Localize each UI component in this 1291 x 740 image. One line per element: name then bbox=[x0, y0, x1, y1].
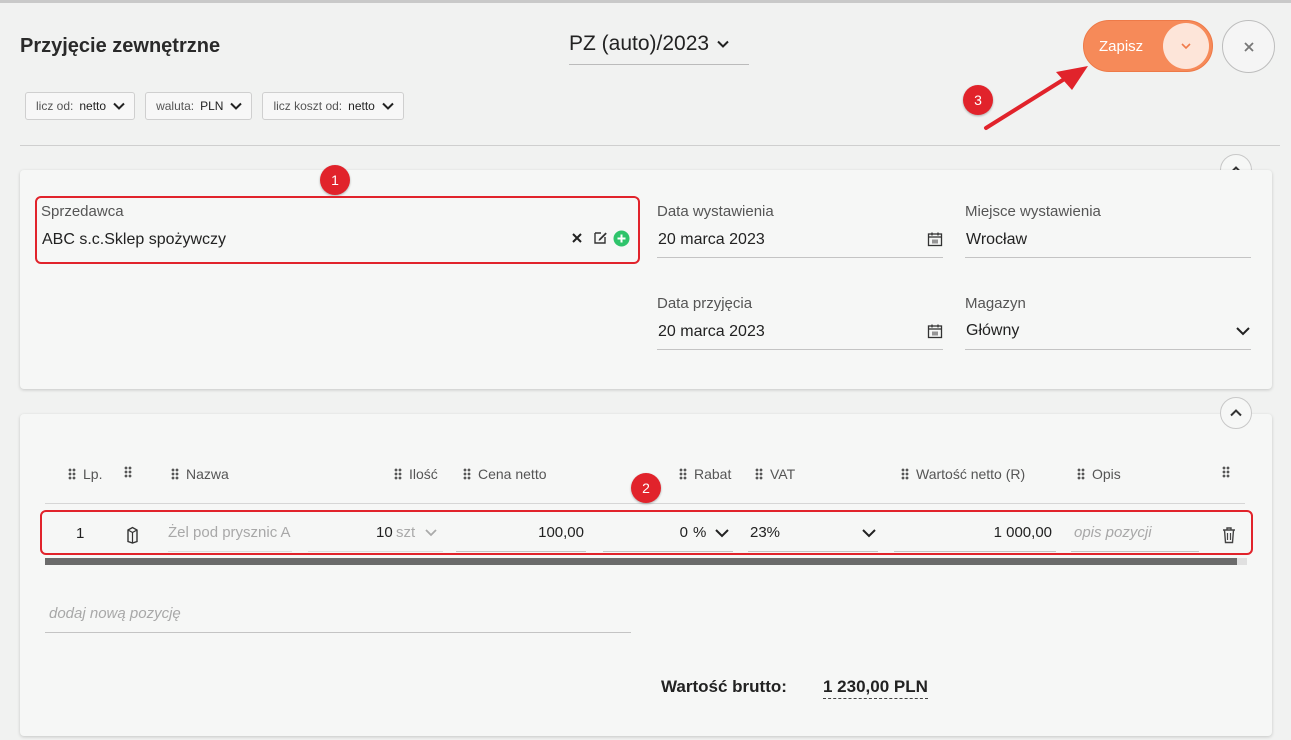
column-settings-handle[interactable] bbox=[1222, 466, 1237, 478]
column-header-desc[interactable]: Opis bbox=[1077, 466, 1121, 482]
column-header-name[interactable]: Nazwa bbox=[171, 466, 229, 482]
drag-handle-icon[interactable] bbox=[1222, 466, 1230, 478]
issue-place-underline bbox=[965, 257, 1251, 258]
annotation-badge-2: 2 bbox=[631, 473, 661, 503]
collapse-items-button[interactable] bbox=[1220, 397, 1252, 429]
close-icon bbox=[1243, 41, 1254, 52]
filter-value: PLN bbox=[200, 99, 224, 113]
column-header-label: Ilość bbox=[409, 466, 438, 482]
column-header-label: Lp. bbox=[83, 466, 103, 482]
issue-date-underline bbox=[657, 257, 943, 258]
save-button-label: Zapisz bbox=[1099, 37, 1144, 55]
save-options-button[interactable] bbox=[1163, 23, 1209, 69]
warehouse-value[interactable]: Główny bbox=[966, 322, 1019, 340]
column-header-label: Rabat bbox=[694, 466, 732, 482]
drag-handle-icon[interactable] bbox=[679, 468, 687, 480]
column-header-vat[interactable]: VAT bbox=[755, 466, 795, 482]
clear-icon[interactable] bbox=[571, 232, 583, 244]
column-header-label: Opis bbox=[1092, 466, 1121, 482]
column-header-label: Cena netto bbox=[478, 466, 547, 482]
gross-value-label: Wartość brutto: bbox=[661, 677, 787, 696]
chevron-up-icon bbox=[1230, 409, 1242, 417]
issue-date-value[interactable]: 20 marca 2023 bbox=[658, 231, 765, 249]
chevron-down-icon[interactable] bbox=[1235, 324, 1251, 338]
filter-currency[interactable]: waluta: PLN bbox=[145, 92, 253, 120]
calendar-icon[interactable] bbox=[927, 231, 943, 247]
filter-bar: licz od: netto waluta: PLN licz koszt od… bbox=[25, 92, 404, 120]
document-number-value: PZ (auto)/2023 bbox=[569, 32, 710, 55]
filter-value: netto bbox=[79, 99, 107, 113]
edit-icon[interactable] bbox=[593, 230, 608, 245]
horizontal-scrollbar[interactable] bbox=[45, 558, 1247, 565]
issue-place-value[interactable]: Wrocław bbox=[966, 231, 1027, 249]
annotation-arrow bbox=[984, 66, 1088, 130]
save-button[interactable]: Zapisz bbox=[1083, 20, 1213, 72]
table-header-divider bbox=[45, 503, 1245, 504]
chevron-down-icon bbox=[717, 40, 729, 48]
seller-value[interactable]: ABC s.c.Sklep spożywczy bbox=[42, 231, 226, 249]
drag-handle-icon[interactable] bbox=[755, 468, 763, 480]
filter-cost-calc-from[interactable]: licz koszt od: netto bbox=[262, 92, 404, 120]
column-header-label: Wartość netto (R) bbox=[916, 466, 1026, 482]
drag-handle-icon[interactable] bbox=[171, 468, 179, 480]
section-divider bbox=[20, 145, 1280, 146]
filter-label: licz koszt od: bbox=[273, 99, 343, 113]
column-header-net-value[interactable]: Wartość netto (R) bbox=[901, 466, 1025, 482]
drag-handle-icon[interactable] bbox=[463, 468, 471, 480]
drag-handle-icon[interactable] bbox=[68, 468, 76, 480]
drag-handle-icon[interactable] bbox=[1077, 468, 1085, 480]
seller-label: Sprzedawca bbox=[41, 203, 124, 220]
receipt-date-label: Data przyjęcia bbox=[657, 295, 753, 312]
drag-handle-icon[interactable] bbox=[124, 466, 132, 478]
drag-handle-icon[interactable] bbox=[901, 468, 909, 480]
top-divider bbox=[0, 0, 1291, 3]
add-circle-icon[interactable] bbox=[613, 230, 630, 247]
filter-calc-from[interactable]: licz od: netto bbox=[25, 92, 136, 120]
column-header-price[interactable]: Cena netto bbox=[463, 466, 547, 482]
drag-handle-icon[interactable] bbox=[394, 468, 402, 480]
page-title: Przyjęcie zewnętrzne bbox=[20, 35, 221, 57]
scrollbar-thumb[interactable] bbox=[45, 558, 1237, 565]
column-header-discount[interactable]: Rabat bbox=[679, 466, 731, 482]
chevron-down-icon bbox=[230, 102, 243, 110]
column-header-qty[interactable]: Ilość bbox=[394, 466, 438, 482]
add-item-input[interactable]: dodaj nową pozycję bbox=[49, 605, 181, 622]
calendar-icon[interactable] bbox=[927, 323, 943, 339]
add-item-underline bbox=[45, 632, 631, 633]
items-card bbox=[20, 414, 1272, 736]
issue-place-label: Miejsce wystawienia bbox=[965, 203, 1101, 220]
column-header-lp[interactable]: Lp. bbox=[68, 466, 102, 482]
annotation-badge-3: 3 bbox=[963, 85, 993, 115]
annotation-badge-1: 1 bbox=[320, 165, 350, 195]
column-header-label: VAT bbox=[770, 466, 796, 482]
annotation-box-row bbox=[40, 510, 1253, 555]
close-button[interactable] bbox=[1222, 20, 1275, 73]
chevron-down-icon bbox=[1181, 43, 1191, 50]
filter-label: waluta: bbox=[156, 99, 195, 113]
column-header-icon[interactable] bbox=[124, 466, 139, 478]
column-header-label: Nazwa bbox=[186, 466, 229, 482]
receipt-date-underline bbox=[657, 349, 943, 350]
receipt-date-value[interactable]: 20 marca 2023 bbox=[658, 323, 765, 341]
warehouse-underline bbox=[965, 349, 1251, 350]
annotation-box-seller bbox=[35, 196, 640, 264]
filter-value: netto bbox=[348, 99, 375, 113]
warehouse-label: Magazyn bbox=[965, 295, 1026, 312]
gross-value: 1 230,00 PLN bbox=[823, 677, 928, 699]
chevron-down-icon bbox=[382, 102, 394, 110]
issue-date-label: Data wystawienia bbox=[657, 203, 774, 220]
document-number-select[interactable]: PZ (auto)/2023 bbox=[569, 32, 749, 65]
filter-label: licz od: bbox=[36, 99, 74, 113]
chevron-down-icon bbox=[113, 102, 125, 110]
